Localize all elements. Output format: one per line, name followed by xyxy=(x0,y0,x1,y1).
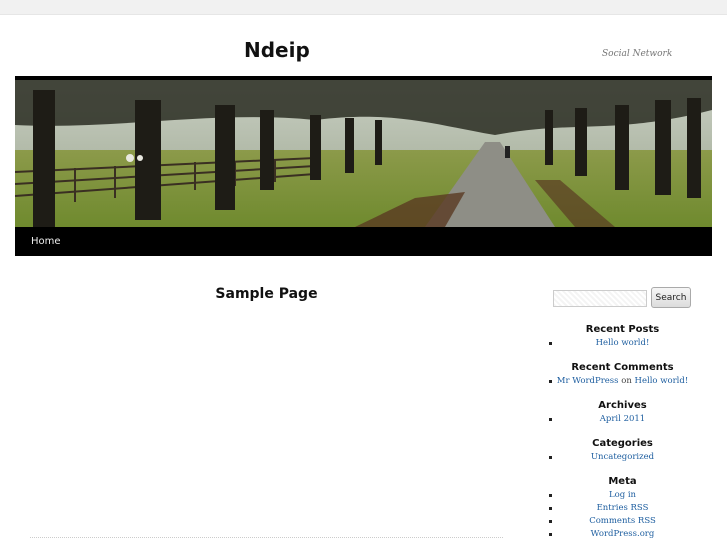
category-link[interactable]: Uncategorized xyxy=(591,452,654,462)
list-item: WordPress.org xyxy=(545,528,700,541)
comment-author-link[interactable]: Mr WordPress xyxy=(557,376,619,386)
widget-meta: Meta Log in Entries RSS Comments RSS Wor… xyxy=(545,474,700,541)
widget-title: Recent Comments xyxy=(571,362,674,373)
post-link[interactable]: Hello world! xyxy=(596,338,650,348)
widget-title: Archives xyxy=(598,400,647,411)
meta-link-wordpress[interactable]: WordPress.org xyxy=(591,529,655,539)
search-input[interactable] xyxy=(553,290,647,307)
main-nav: Home xyxy=(15,227,712,256)
list-item: Comments RSS xyxy=(545,515,700,528)
site-title[interactable]: Ndeip xyxy=(244,38,310,62)
widget-categories: Categories Uncategorized xyxy=(545,436,700,464)
list-item: Uncategorized xyxy=(545,451,700,464)
search-button[interactable]: Search xyxy=(651,287,691,308)
widget-recent-posts: Recent Posts Hello world! xyxy=(545,322,700,350)
page-title: Sample Page xyxy=(215,286,318,302)
widget-title: Meta xyxy=(608,476,637,487)
site-description: Social Network xyxy=(602,49,673,59)
meta-link-comments-rss[interactable]: Comments RSS xyxy=(589,516,656,526)
widget-recent-comments: Recent Comments Mr WordPress on Hello wo… xyxy=(545,360,700,388)
meta-link-login[interactable]: Log in xyxy=(609,490,636,500)
meta-link-entries-rss[interactable]: Entries RSS xyxy=(597,503,649,513)
list-item: Log in xyxy=(545,489,700,502)
comment-post-link[interactable]: Hello world! xyxy=(635,376,689,386)
sidebar: Recent Posts Hello world! Recent Comment… xyxy=(545,322,700,551)
top-bar xyxy=(0,0,727,15)
content-divider xyxy=(30,537,503,538)
widget-title: Categories xyxy=(592,438,653,449)
tree-lined-road-image xyxy=(15,80,712,227)
archive-link[interactable]: April 2011 xyxy=(600,414,645,424)
list-item: Hello world! xyxy=(545,337,700,350)
list-item: April 2011 xyxy=(545,413,700,426)
nav-item-home[interactable]: Home xyxy=(31,236,61,247)
list-item: Mr WordPress on Hello world! xyxy=(545,375,700,388)
widget-title: Recent Posts xyxy=(585,324,660,335)
comment-joiner: on xyxy=(621,376,632,386)
list-item: Entries RSS xyxy=(545,502,700,515)
header: Home xyxy=(15,76,712,256)
widget-archives: Archives April 2011 xyxy=(545,398,700,426)
header-banner-image xyxy=(15,80,712,227)
